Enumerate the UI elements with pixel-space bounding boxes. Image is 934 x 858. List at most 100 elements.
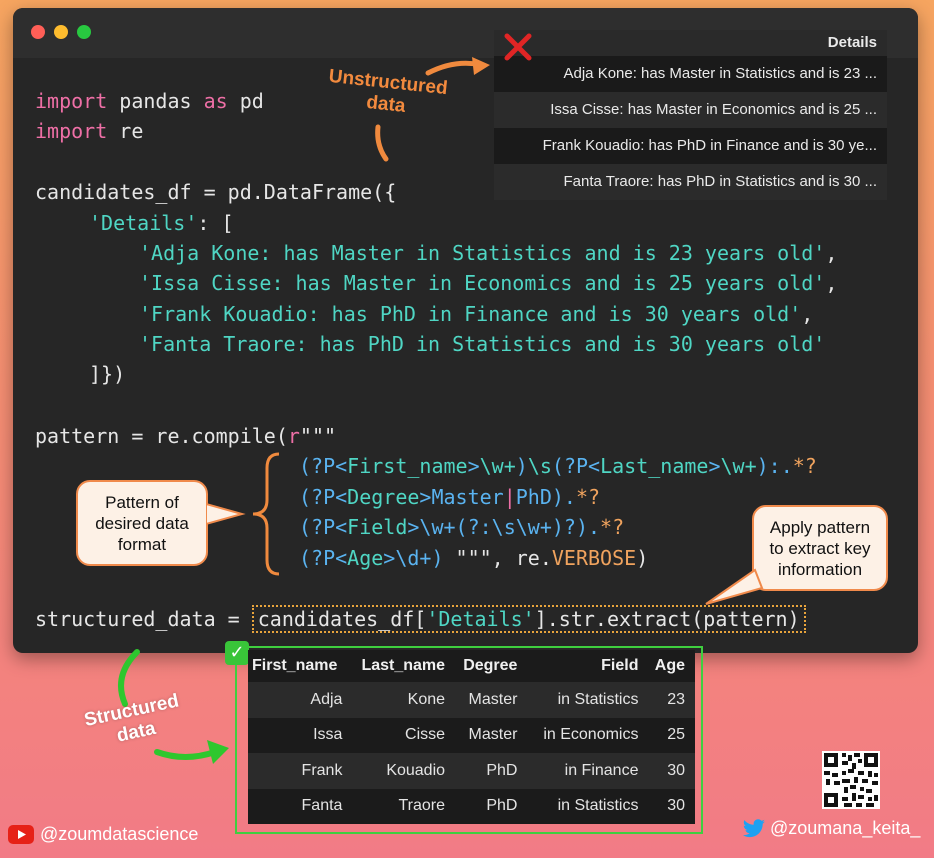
regex-group: >\d+) (383, 546, 456, 570)
table-row: Issa Cisse Master in Economics 25 (248, 718, 695, 754)
code-text: candidates_df[ (257, 607, 427, 631)
code-line-14: (?P<Age>\d+) """, re.VERBOSE) (299, 543, 648, 573)
string-literal: 'Details' (89, 211, 198, 235)
regex-quantifier: *? (575, 485, 601, 509)
regex-group: (?P< (299, 485, 348, 509)
maximize-window-dot-icon[interactable] (77, 25, 91, 39)
details-row: Issa Cisse: has Master in Economics and … (494, 92, 887, 128)
raw-prefix: r (287, 424, 300, 448)
regex-group: (?P< (299, 546, 348, 570)
code-line-1: import pandas as pd (35, 86, 264, 116)
code-line-11: (?P<First_name>\w+)\s(?P<Last_name>\w+):… (299, 451, 817, 481)
regex-group: PhD). (515, 485, 576, 509)
regex-group: >\w+(?:\s\w+)?). (407, 515, 601, 539)
code-text: candidates_df = pd.DataFrame({ (35, 180, 397, 204)
table-cell: Kouadio (352, 753, 456, 789)
code-text: ]}) (89, 362, 126, 386)
qr-code-icon (822, 751, 880, 809)
group-name: Age (347, 546, 384, 570)
regex-quantifier: *? (792, 454, 817, 478)
table-cell: Frank (248, 753, 353, 789)
red-cross-icon (504, 33, 532, 61)
string-literal: 'Fanta Traore: has PhD in Statistics and… (139, 332, 826, 356)
code-text: , (801, 302, 814, 326)
callout-line: to extract key (769, 539, 871, 558)
column-header: Last_name (352, 650, 456, 682)
table-cell: in Economics (543, 726, 639, 744)
table-cell: 23 (648, 682, 695, 718)
code-line-15: structured_data = candidates_df['Details… (35, 604, 806, 634)
regex-class: \s (527, 454, 552, 478)
close-window-dot-icon[interactable] (31, 25, 45, 39)
table-cell: Kone (352, 682, 456, 718)
code-text: : [ (197, 211, 234, 235)
code-line-6: 'Issa Cisse: has Master in Economics and… (139, 268, 837, 298)
table-cell: Traore (398, 797, 446, 815)
callout-line: desired data (95, 514, 189, 533)
column-header: Age (648, 650, 695, 682)
regex-quantifier: *? (600, 515, 625, 539)
column-header: First_name (248, 650, 353, 682)
group-name: Degree (347, 485, 420, 509)
string-quote: """ (299, 424, 337, 448)
callout-pointer-icon (705, 568, 764, 605)
table-cell: 30 (667, 797, 685, 815)
string-literal: 'Adja Kone: has Master in Statistics and… (139, 241, 826, 265)
youtube-handle-text: @zoumdatascience (40, 824, 199, 844)
code-line-5: 'Adja Kone: has Master in Statistics and… (139, 238, 837, 268)
string-literal: 'Frank Kouadio: has PhD in Finance and i… (139, 302, 802, 326)
table-row: Frank Kouadio PhD in Finance 30 (248, 753, 695, 789)
table-cell: Master (468, 726, 518, 744)
twitter-handle[interactable]: @zoumana_keita_ (742, 818, 920, 839)
table-row: Adja Kone Master in Statistics 23 (248, 682, 695, 718)
table-cell: Issa (313, 726, 343, 744)
table-cell: PhD (486, 797, 518, 815)
group-name: Last_name (600, 454, 709, 478)
regex-group: (?P< (551, 454, 601, 478)
details-row: Adja Kone: has Master in Statistics and … (563, 65, 878, 82)
column-header: Degree (455, 650, 528, 682)
regex-group: :. (768, 454, 793, 478)
structured-dataframe: First_name Last_name Degree Field Age Ad… (248, 650, 695, 824)
code-line-12: (?P<Degree>Master|PhD).*? (299, 482, 600, 512)
table-cell: Master (455, 682, 528, 718)
string-literal: 'Details' (426, 607, 535, 631)
regex-group: > (467, 454, 480, 478)
group-name: First_name (347, 454, 468, 478)
table-row: Fanta Traore PhD in Statistics 30 (248, 789, 695, 825)
code-line-2: import re (35, 116, 143, 146)
table-cell: in Statistics (557, 797, 639, 815)
table-cell: 30 (648, 753, 695, 789)
table-header-row: First_name Last_name Degree Field Age (248, 650, 695, 682)
pattern-brace-icon (252, 452, 280, 576)
code-line-4: 'Details': [ (89, 208, 234, 238)
regex-class: \w+ (720, 454, 757, 478)
code-text: , (825, 241, 838, 265)
regex-group: ) (515, 454, 528, 478)
column-header: Field (527, 650, 649, 682)
regex-group: (?P< (299, 515, 348, 539)
code-text: structured_data = (35, 607, 252, 631)
regex-alternation: | (503, 485, 516, 509)
details-column-header: Details (494, 30, 887, 56)
pattern-format-callout: Pattern of desired data format (76, 480, 208, 566)
regex-group: > (708, 454, 721, 478)
green-checkmark-icon: ✓ (225, 641, 249, 665)
code-line-7: 'Frank Kouadio: has PhD in Finance and i… (139, 299, 813, 329)
table-cell: in Finance (527, 753, 649, 789)
details-dataframe-preview: Details Adja Kone: has Master in Statist… (494, 30, 887, 200)
minimize-window-dot-icon[interactable] (54, 25, 68, 39)
code-text: pandas (107, 89, 204, 113)
code-line-8: 'Fanta Traore: has PhD in Statistics and… (139, 329, 825, 359)
table-cell: Cisse (405, 726, 446, 744)
group-name: Field (347, 515, 408, 539)
keyword: as (203, 89, 228, 113)
code-block: import pandas as pd import re candidates… (35, 86, 837, 633)
callout-pointer-icon (206, 502, 246, 526)
youtube-handle[interactable]: @zoumdatascience (8, 824, 198, 845)
table-cell: PhD (455, 753, 528, 789)
code-line-3: candidates_df = pd.DataFrame({ (35, 177, 396, 207)
callout-line: Apply pattern (769, 518, 871, 537)
regex-group: ) (756, 454, 769, 478)
string-quote: """ (455, 546, 492, 570)
